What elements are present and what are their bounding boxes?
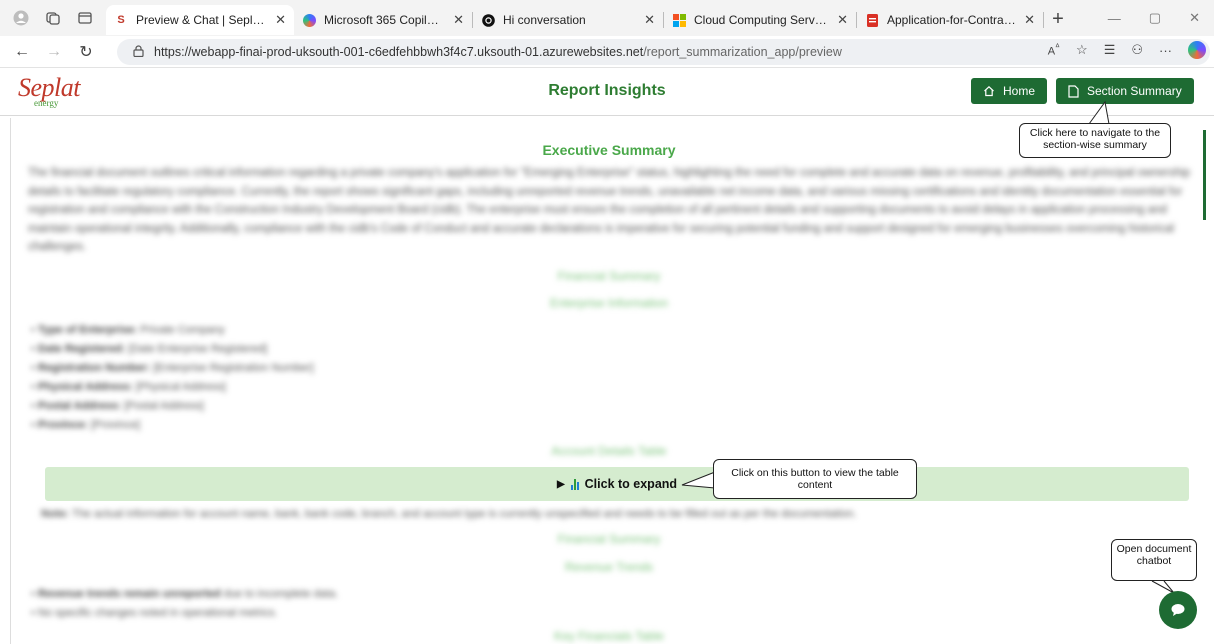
list-item: • Postal Address: [Postal Address] — [31, 400, 204, 412]
favorite-star-icon[interactable]: ☆ — [1076, 42, 1088, 58]
chatbot-callout: Open document chatbot — [1111, 539, 1197, 581]
callout-pointer — [1088, 100, 1110, 125]
close-tab-icon[interactable]: ✕ — [275, 12, 286, 28]
tab-title: Microsoft 365 Copilot Chat — [324, 13, 445, 27]
pdf-favicon-icon — [865, 13, 879, 27]
workspaces-icon[interactable] — [44, 9, 62, 27]
enterprise-information-heading: Enterprise Information — [549, 296, 669, 310]
seplat-favicon-icon: S — [117, 14, 125, 26]
tab-hi-conversation[interactable]: Hi conversation ✕ — [473, 5, 663, 35]
tab-application-pdf[interactable]: Application-for-Contractor-Regis ✕ — [857, 5, 1043, 35]
callout-pointer — [681, 471, 716, 489]
url-host: https://webapp-finai-prod-uksouth-001-c6… — [154, 45, 644, 59]
tab-title: Hi conversation — [503, 13, 586, 27]
home-icon — [984, 85, 994, 97]
address-bar: ← → ↻ https://webapp-finai-prod-uksouth-… — [0, 36, 1214, 68]
list-item: • Type of Enterprise: Private Company — [31, 324, 225, 336]
back-icon[interactable]: ← — [6, 43, 38, 61]
favorites-list-icon[interactable]: ☰ — [1104, 42, 1116, 58]
account-details-heading: Account Details Table — [551, 444, 667, 458]
tab-seplat-preview[interactable]: S Preview & Chat | Seplat Energy ✕ — [106, 5, 294, 35]
section-summary-label: Section Summary — [1087, 84, 1182, 98]
chat-bubble-icon — [1171, 604, 1185, 616]
tab-copilot-chat[interactable]: Microsoft 365 Copilot Chat ✕ — [294, 5, 472, 35]
list-item: • Physical Address: [Physical Address] — [31, 381, 226, 393]
home-button-label: Home — [1002, 84, 1035, 98]
openai-favicon-icon — [481, 13, 495, 27]
key-financials-heading: Key Financials Table — [554, 629, 664, 643]
maximize-icon[interactable]: ▢ — [1149, 10, 1161, 26]
tab-title: Application-for-Contractor-Regis — [887, 13, 1016, 27]
close-window-icon[interactable]: ✕ — [1189, 10, 1200, 26]
tab-cloud-computing[interactable]: Cloud Computing Services | Micr ✕ — [664, 5, 856, 35]
bar-chart-icon — [570, 478, 579, 490]
list-item: • Date Registered: [Date Enterprise Regi… — [31, 343, 268, 355]
new-tab-icon[interactable]: + — [1044, 8, 1072, 31]
triangle-right-icon: ▶ — [556, 478, 565, 490]
tab-actions-icon[interactable] — [76, 9, 94, 27]
expand-table-button[interactable]: ▶ Click to expand — [45, 467, 1189, 501]
refresh-icon[interactable]: ↻ — [70, 42, 102, 62]
url-field[interactable]: https://webapp-finai-prod-uksouth-001-c6… — [117, 39, 1210, 65]
window-controls: — ▢ ✕ — [1108, 0, 1214, 36]
close-tab-icon[interactable]: ✕ — [1024, 12, 1035, 28]
minimize-icon[interactable]: — — [1108, 11, 1121, 26]
url-path: /report_summarization_app/preview — [643, 45, 842, 59]
account-note: Note: The actual information for account… — [41, 508, 857, 520]
tab-title: Cloud Computing Services | Micr — [694, 13, 829, 27]
browser-tab-strip: S Preview & Chat | Seplat Energy ✕ Micro… — [0, 0, 1214, 36]
copilot-favicon-icon — [302, 13, 316, 27]
read-aloud-icon[interactable]: Aᐞ — [1048, 42, 1060, 58]
section-summary-callout: Click here to navigate to the section-wi… — [1019, 123, 1171, 158]
list-item: • Registration Number: [Enterprise Regis… — [31, 362, 314, 374]
financial-summary-heading: Financial Summary — [557, 269, 661, 283]
microsoft-favicon-icon — [672, 13, 686, 27]
address-bar-actions: Aᐞ ☆ ☰ ⚇ ··· — [1048, 41, 1206, 59]
profile-icon[interactable] — [12, 9, 30, 27]
forward-icon[interactable]: → — [38, 43, 70, 61]
revenue-trends-heading: Revenue Trends — [564, 560, 654, 574]
expand-table-callout: Click on this button to view the table c… — [713, 459, 917, 499]
document-icon — [1068, 84, 1079, 98]
close-tab-icon[interactable]: ✕ — [837, 12, 848, 28]
more-menu-icon[interactable]: ··· — [1159, 43, 1172, 58]
executive-summary-text: The financial document outlines critical… — [28, 167, 1191, 253]
site-info-icon[interactable] — [133, 44, 144, 60]
list-item: • Revenue trends remain unreported due t… — [31, 588, 339, 600]
list-item: • Province: [Province] — [31, 419, 141, 431]
app-header: Seplat energy Report Insights Home Secti… — [0, 68, 1214, 116]
open-chatbot-button[interactable] — [1159, 591, 1197, 629]
report-content: Executive Summary The financial document… — [10, 118, 1206, 644]
close-tab-icon[interactable]: ✕ — [644, 12, 655, 28]
home-button[interactable]: Home — [971, 78, 1047, 104]
copilot-icon[interactable] — [1188, 41, 1206, 59]
close-tab-icon[interactable]: ✕ — [453, 12, 464, 28]
expand-label: Click to expand — [584, 477, 678, 491]
list-item: • No specific changes noted in operation… — [31, 607, 278, 619]
section-summary-button[interactable]: Section Summary — [1056, 78, 1194, 104]
financial-summary-heading-2: Financial Summary — [557, 532, 661, 546]
extensions-icon[interactable]: ⚇ — [1131, 42, 1143, 58]
tab-title: Preview & Chat | Seplat Energy — [136, 13, 267, 27]
